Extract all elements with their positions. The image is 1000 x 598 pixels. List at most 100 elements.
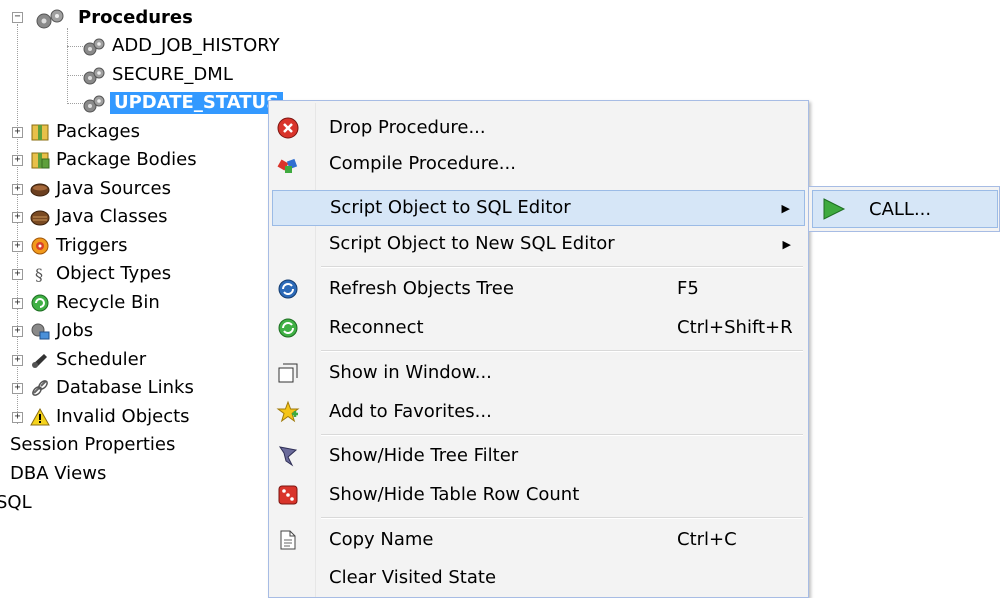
expand-toggle[interactable]: +	[12, 127, 23, 138]
database-link-icon	[30, 378, 50, 398]
context-menu: Drop Procedure... Compile Procedure... S…	[268, 100, 809, 598]
menu-separator	[321, 434, 803, 436]
copy-icon	[276, 528, 300, 552]
script-submenu: CALL...	[808, 186, 1000, 232]
menu-item-label: Script Object to SQL Editor	[330, 197, 571, 218]
menu-item-label: CALL...	[869, 198, 932, 220]
menu-item-toggle-tree-filter[interactable]: Show/Hide Tree Filter	[272, 439, 805, 473]
menu-item-compile-procedure[interactable]: Compile Procedure...	[272, 147, 805, 181]
tree-node-label: SECURE_DML	[112, 64, 233, 85]
expand-toggle[interactable]: +	[12, 383, 23, 394]
menu-item-clear-visited-state[interactable]: Clear Visited State	[272, 561, 805, 595]
menu-item-label: Compile Procedure...	[329, 153, 516, 174]
warning-icon	[30, 407, 50, 427]
tree-node-procedures[interactable]: Procedures	[30, 5, 195, 31]
expand-toggle[interactable]: +	[12, 355, 23, 366]
menu-separator	[321, 350, 803, 352]
menu-item-copy-name[interactable]: Copy Name Ctrl+C	[272, 523, 805, 557]
expand-toggle[interactable]: +	[12, 184, 23, 195]
menu-item-reconnect[interactable]: Reconnect Ctrl+Shift+R	[272, 311, 805, 345]
menu-item-script-to-new-sql-editor[interactable]: Script Object to New SQL Editor ▶	[272, 227, 805, 261]
menu-separator	[321, 517, 803, 519]
trigger-icon	[30, 236, 50, 256]
expand-toggle[interactable]: +	[12, 269, 23, 280]
tree-node-procedure[interactable]: ADD_JOB_HISTORY	[80, 33, 282, 59]
tree-node-dba-views[interactable]: DBA Views	[8, 461, 108, 487]
tree-node-session-properties[interactable]: Session Properties	[8, 432, 177, 458]
menu-item-refresh-objects-tree[interactable]: Refresh Objects Tree F5	[272, 272, 805, 306]
expand-toggle[interactable]: +	[12, 298, 23, 309]
tree-node-label: Session Properties	[10, 434, 176, 455]
menu-item-label: Script Object to New SQL Editor	[329, 233, 615, 254]
recycle-bin-icon	[30, 293, 50, 313]
tree-node-label: Invalid Objects	[56, 406, 190, 427]
refresh-icon	[276, 277, 300, 301]
menu-item-label: Show/Hide Tree Filter	[329, 445, 519, 466]
expand-toggle[interactable]: +	[12, 326, 23, 337]
menu-item-label: Copy Name	[329, 529, 434, 550]
tree-node-procedure-selected[interactable]: UPDATE_STATUS	[80, 90, 284, 116]
gears-icon	[80, 36, 106, 56]
expand-toggle[interactable]: +	[12, 155, 23, 166]
gears-icon	[30, 8, 72, 29]
menu-item-add-to-favorites[interactable]: Add to Favorites...	[272, 395, 805, 429]
java-class-icon	[30, 207, 50, 227]
play-arrow-icon	[821, 197, 847, 226]
tree-guide-line	[67, 28, 68, 104]
object-type-icon: §	[30, 264, 50, 284]
expand-toggle[interactable]: +	[12, 212, 23, 223]
menu-item-label: Drop Procedure...	[329, 117, 486, 138]
collapse-toggle[interactable]: −	[12, 12, 23, 23]
menu-item-toggle-row-count[interactable]: Show/Hide Table Row Count	[272, 478, 805, 512]
tree-node-packages[interactable]: Packages	[30, 119, 142, 145]
tree-node-package-bodies[interactable]: Package Bodies	[30, 147, 199, 173]
tree-node-procedure[interactable]: SECURE_DML	[80, 62, 235, 88]
tree-node-sql[interactable]: SQL	[0, 490, 34, 516]
tree-node-label: Database Links	[56, 377, 194, 398]
compile-icon	[276, 152, 300, 176]
tree-node-label: Scheduler	[56, 349, 147, 370]
menu-item-label: Show/Hide Table Row Count	[329, 484, 580, 505]
tree-node-label: Jobs	[56, 320, 94, 341]
package-icon	[30, 122, 50, 142]
menu-separator	[321, 266, 803, 268]
menu-item-show-in-window[interactable]: Show in Window...	[272, 356, 805, 390]
favorites-star-icon	[276, 400, 300, 424]
tree-node-label: Java Classes	[56, 206, 168, 227]
tree-node-database-links[interactable]: Database Links	[30, 375, 196, 401]
tree-node-scheduler[interactable]: Scheduler	[30, 347, 148, 373]
menu-item-label: Add to Favorites...	[329, 401, 492, 422]
expand-toggle[interactable]: +	[12, 412, 23, 423]
menu-item-shortcut: Ctrl+Shift+R	[677, 317, 793, 338]
tree-node-label: Object Types	[56, 263, 172, 284]
scheduler-icon	[30, 350, 50, 370]
tree-node-jobs[interactable]: Jobs	[30, 318, 95, 344]
package-body-icon	[30, 150, 50, 170]
tree-node-label: DBA Views	[10, 463, 107, 484]
tree-node-label: UPDATE_STATUS	[110, 92, 284, 114]
tree-node-label: Triggers	[56, 235, 128, 256]
gears-icon	[80, 93, 106, 113]
tree-node-java-classes[interactable]: Java Classes	[30, 204, 170, 230]
expand-toggle[interactable]: +	[12, 241, 23, 252]
tree-node-invalid-objects[interactable]: Invalid Objects	[30, 404, 192, 430]
menu-item-label: Show in Window...	[329, 362, 492, 383]
tree-node-label: SQL	[0, 492, 32, 513]
tree-node-label: ADD_JOB_HISTORY	[112, 35, 280, 56]
tree-node-triggers[interactable]: Triggers	[30, 233, 129, 259]
filter-icon	[276, 444, 300, 468]
svg-text:§: §	[35, 265, 43, 284]
drop-icon	[276, 116, 300, 140]
tree-node-recycle-bin[interactable]: Recycle Bin	[30, 290, 162, 316]
java-source-icon	[30, 179, 50, 199]
menu-item-label: Clear Visited State	[329, 567, 497, 588]
tree-node-label: Java Sources	[56, 178, 171, 199]
reconnect-icon	[276, 316, 300, 340]
tree-node-java-sources[interactable]: Java Sources	[30, 176, 173, 202]
menu-item-shortcut: F5	[677, 278, 699, 299]
jobs-icon	[30, 321, 50, 341]
submenu-item-call[interactable]: CALL...	[812, 190, 998, 228]
menu-item-drop-procedure[interactable]: Drop Procedure...	[272, 111, 805, 145]
tree-node-object-types[interactable]: § Object Types	[30, 261, 173, 287]
menu-item-script-to-sql-editor[interactable]: Script Object to SQL Editor ▶	[272, 190, 805, 226]
